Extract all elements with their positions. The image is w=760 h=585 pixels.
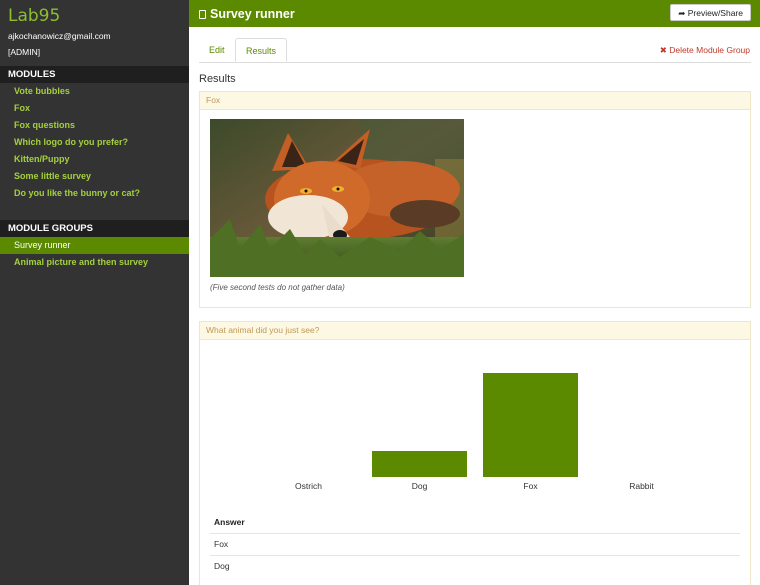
sidebar-item-some-little-survey[interactable]: Some little survey	[0, 168, 189, 185]
sidebar-item-survey-runner[interactable]: Survey runner	[0, 237, 189, 254]
category-label-dog: Dog	[411, 481, 428, 491]
preview-share-label: Preview/Share	[687, 8, 743, 18]
question-panel: What animal did you just see? Ostrich Dog…	[199, 321, 751, 585]
fox-caption: (Five second tests do not gather data)	[210, 283, 345, 292]
results-heading: Results	[199, 73, 236, 85]
top-header: Survey runner ➦ Preview/Share	[189, 0, 760, 27]
question-title: What animal did you just see?	[200, 322, 750, 340]
page-title: Survey runner	[199, 7, 295, 21]
tab-edit[interactable]: Edit	[199, 38, 235, 62]
share-arrow-icon: ➦	[678, 8, 686, 18]
sidebar-item-bunny-or-cat[interactable]: Do you like the bunny or cat?	[0, 185, 189, 202]
sidebar-item-logo-preference[interactable]: Which logo do you prefer?	[0, 134, 189, 151]
fox-photo	[210, 119, 464, 277]
fox-image-panel: Fox (Five second tests do not gather dat…	[199, 91, 751, 308]
tab-results[interactable]: Results	[235, 38, 288, 62]
preview-share-button[interactable]: ➦ Preview/Share	[670, 4, 751, 21]
bar-fox	[483, 373, 578, 477]
category-label-ostrich: Ostrich	[295, 481, 322, 491]
table-row: Dog	[210, 555, 740, 577]
user-email: ajkochanowicz@gmail.com	[8, 31, 111, 41]
answer-table: Answer Fox Dog	[210, 512, 740, 577]
category-label-fox: Fox	[523, 481, 538, 491]
modules-heading: MODULES	[0, 66, 189, 83]
document-icon	[199, 10, 206, 19]
sidebar-item-fox[interactable]: Fox	[0, 100, 189, 117]
answer-bar-chart: Ostrich Dog Fox Rabbit	[210, 350, 740, 495]
delete-module-group-label: Delete Module Group	[669, 45, 750, 55]
table-row: Fox	[210, 533, 740, 555]
answer-column-header: Answer	[214, 517, 245, 527]
sidebar-item-vote-bubbles[interactable]: Vote bubbles	[0, 83, 189, 100]
user-role: [ADMIN]	[8, 47, 41, 57]
sidebar-item-fox-questions[interactable]: Fox questions	[0, 117, 189, 134]
fox-panel-title: Fox	[200, 92, 750, 110]
module-groups-heading: MODULE GROUPS	[0, 220, 189, 237]
category-label-rabbit: Rabbit	[629, 481, 654, 491]
sidebar-item-animal-picture[interactable]: Animal picture and then survey	[0, 254, 189, 271]
page-title-text: Survey runner	[210, 7, 295, 21]
brand-logo[interactable]: Lab95	[8, 6, 60, 26]
sidebar-item-kitten-puppy[interactable]: Kitten/Puppy	[0, 151, 189, 168]
delete-x-icon: ✖	[659, 45, 667, 55]
bar-dog	[372, 451, 467, 477]
delete-module-group-link[interactable]: ✖ Delete Module Group	[660, 45, 750, 56]
sidebar: Lab95 ajkochanowicz@gmail.com [ADMIN] MO…	[0, 0, 189, 585]
